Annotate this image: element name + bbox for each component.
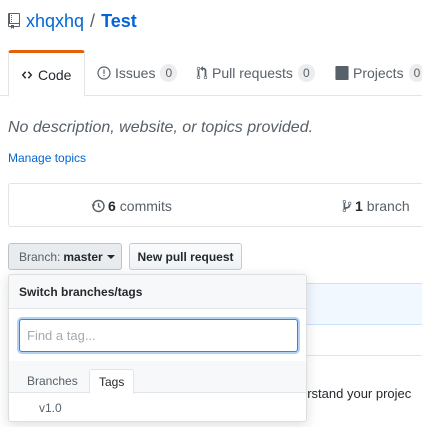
manage-topics-link[interactable]: Manage topics <box>8 151 86 165</box>
menu-filter <box>9 309 306 361</box>
branch-icon <box>342 199 352 213</box>
background-banner <box>300 283 422 325</box>
branch-button-value: master <box>63 249 103 264</box>
tab-code[interactable]: Code <box>8 50 85 97</box>
branch-button-prefix: Branch: <box>19 249 61 264</box>
menu-tab-branches[interactable]: Branches <box>18 369 87 393</box>
pull-request-icon <box>196 66 208 80</box>
branches-count: 1 <box>355 198 363 214</box>
issue-icon <box>97 66 111 80</box>
switch-branches-menu: Switch branches/tags Branches Tags v1.0 <box>8 274 307 422</box>
background-divider <box>300 355 422 356</box>
repo-name-link[interactable]: Test <box>101 11 137 32</box>
tab-pull-requests[interactable]: Pull requests 0 <box>196 50 315 96</box>
repo-description: No description, website, or topics provi… <box>8 119 314 136</box>
pull-requests-counter: 0 <box>297 64 315 82</box>
background-help-text: erstand your projec <box>300 386 412 401</box>
tab-pull-requests-label: Pull requests <box>212 65 293 81</box>
commits-link[interactable]: 6 commits <box>91 198 172 214</box>
repo-icon <box>8 13 20 29</box>
tab-issues[interactable]: Issues 0 <box>97 50 178 96</box>
projects-counter: 0 <box>408 64 422 82</box>
menu-tab-tags[interactable]: Tags <box>89 369 135 394</box>
new-pull-request-button[interactable]: New pull request <box>129 243 242 270</box>
history-icon <box>91 199 105 213</box>
code-icon <box>20 69 34 81</box>
repo-header: xhqxhq / Test <box>8 10 137 32</box>
tab-issues-label: Issues <box>115 65 156 81</box>
branches-label: branch <box>366 198 410 214</box>
branches-link[interactable]: 1 branch <box>342 198 410 214</box>
tab-projects-label: Projects <box>353 65 404 81</box>
repo-owner-link[interactable]: xhqxhq <box>26 11 84 32</box>
repo-separator: / <box>90 10 96 31</box>
tag-filter-input[interactable] <box>19 319 298 352</box>
issues-counter: 0 <box>160 64 178 82</box>
repo-tabs: Code Issues 0 Pull requests 0 Projects 0 <box>0 50 422 97</box>
caret-down-icon <box>106 254 115 259</box>
menu-tabs: Branches Tags <box>9 361 306 394</box>
commits-label: commits <box>119 198 172 214</box>
commits-count: 6 <box>108 198 116 214</box>
tag-item-v1-0[interactable]: v1.0 <box>9 393 306 421</box>
tab-code-label: Code <box>38 66 72 83</box>
menu-title: Switch branches/tags <box>9 275 306 309</box>
branch-select-button[interactable]: Branch: master <box>8 243 122 270</box>
project-icon <box>335 66 349 80</box>
tab-projects[interactable]: Projects 0 <box>335 50 422 96</box>
numbers-summary: 6 commits 1 branch <box>8 183 422 227</box>
